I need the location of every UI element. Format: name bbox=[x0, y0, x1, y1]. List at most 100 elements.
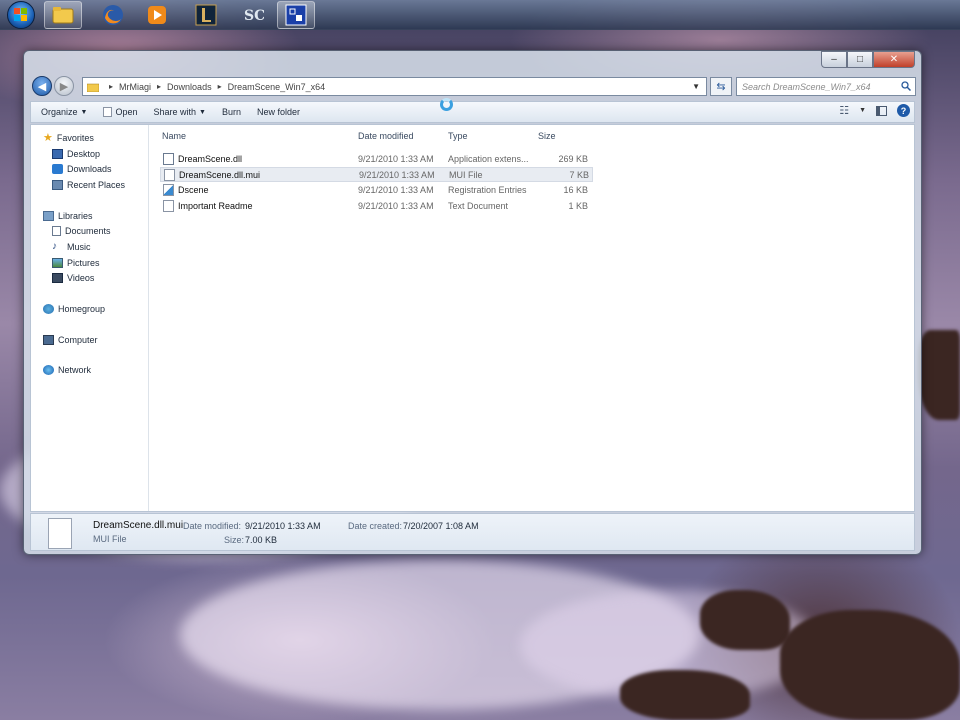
burn-label: Burn bbox=[221, 107, 241, 117]
column-header-size[interactable]: Size bbox=[538, 131, 556, 145]
media-player-taskbar-button[interactable] bbox=[138, 1, 176, 29]
search-icon bbox=[901, 81, 911, 91]
busy-cursor-icon bbox=[440, 98, 453, 111]
change-view-button[interactable]: ☷ bbox=[839, 104, 849, 117]
file-date: 9/21/2010 1:33 AM bbox=[358, 185, 434, 195]
nav-desktop-label: Desktop bbox=[67, 148, 101, 159]
app-taskbar-button[interactable] bbox=[277, 1, 315, 29]
minimize-button[interactable]: – bbox=[821, 51, 847, 68]
music-icon: ♪ bbox=[52, 241, 57, 253]
file-type: Application extens... bbox=[448, 154, 529, 164]
back-button[interactable]: ◀ bbox=[32, 76, 52, 96]
nav-videos[interactable]: Videos bbox=[31, 271, 148, 287]
refresh-button[interactable]: ⇆ bbox=[710, 77, 732, 96]
dropdown-arrow-icon: ▼ bbox=[80, 108, 88, 116]
back-arrow-icon: ◀ bbox=[37, 80, 47, 93]
mui-file-icon bbox=[164, 169, 175, 181]
address-row: ◀ ▶ ▸ MrMiagi ▸ Downloads ▸ DreamScene_W… bbox=[30, 75, 916, 99]
file-row[interactable]: Dscene 9/21/2010 1:33 AM Registration En… bbox=[160, 183, 593, 198]
nav-computer[interactable]: Computer bbox=[31, 332, 148, 348]
libraries-icon bbox=[43, 210, 54, 221]
content-area: ★ Favorites Desktop Downloads Recent Pla… bbox=[30, 124, 915, 512]
file-list: Name Date modified Type Size DreamScene.… bbox=[149, 125, 914, 511]
nav-videos-label: Videos bbox=[67, 273, 95, 284]
open-label: Open bbox=[115, 107, 138, 117]
breadcrumb-downloads[interactable]: Downloads bbox=[167, 82, 212, 92]
details-date-modified-label: Date modified: bbox=[183, 521, 242, 531]
burn-button[interactable]: Burn bbox=[214, 107, 249, 117]
dll-file-icon bbox=[163, 153, 174, 165]
nav-homegroup[interactable]: Homegroup bbox=[31, 301, 148, 317]
help-icon[interactable]: ? bbox=[897, 104, 910, 117]
nav-desktop[interactable]: Desktop bbox=[31, 146, 148, 162]
address-dropdown-icon[interactable]: ▼ bbox=[692, 82, 700, 91]
share-with-button[interactable]: Share with ▼ bbox=[146, 107, 214, 117]
documents-icon bbox=[52, 226, 61, 237]
details-date-created: 7/20/2007 1:08 AM bbox=[403, 521, 479, 531]
open-button[interactable]: Open bbox=[95, 107, 145, 117]
pictures-icon bbox=[52, 257, 63, 268]
column-header-name[interactable]: Name bbox=[162, 131, 186, 145]
starcraft-taskbar-button[interactable]: SC bbox=[234, 1, 272, 29]
nav-computer-label: Computer bbox=[58, 334, 98, 345]
file-type: Text Document bbox=[448, 201, 509, 211]
details-date-created-label: Date created: bbox=[348, 521, 403, 531]
wallpaper-rock bbox=[918, 330, 960, 420]
navigation-pane: ★ Favorites Desktop Downloads Recent Pla… bbox=[31, 125, 149, 511]
start-button[interactable] bbox=[2, 1, 40, 29]
file-row[interactable]: Important Readme 9/21/2010 1:33 AM Text … bbox=[160, 199, 593, 214]
explorer-window: – □ ✕ ◀ ▶ ▸ MrMiagi ▸ Downloads ▸ DreamS… bbox=[23, 50, 922, 555]
videos-icon bbox=[52, 273, 63, 284]
app-icon bbox=[285, 4, 307, 26]
breadcrumb-mrmiagi[interactable]: MrMiagi bbox=[119, 82, 151, 92]
details-date-modified: 9/21/2010 1:33 AM bbox=[245, 521, 321, 531]
league-of-legends-taskbar-button[interactable] bbox=[187, 1, 225, 29]
breadcrumb-separator-icon: ▸ bbox=[157, 82, 162, 91]
new-folder-button[interactable]: New folder bbox=[249, 107, 308, 117]
svg-text:SC: SC bbox=[244, 8, 264, 24]
maximize-button[interactable]: □ bbox=[847, 51, 873, 68]
nav-favorites-label: Favorites bbox=[56, 132, 94, 143]
nav-music-label: Music bbox=[67, 241, 91, 252]
file-size: 1 KB bbox=[568, 201, 588, 211]
nav-libraries[interactable]: Libraries bbox=[31, 208, 148, 224]
column-header-date-modified[interactable]: Date modified bbox=[358, 131, 414, 145]
breadcrumb-dreamscene[interactable]: DreamScene_Win7_x64 bbox=[228, 82, 326, 92]
organize-label: Organize bbox=[41, 107, 78, 117]
nav-music[interactable]: ♪ Music bbox=[31, 239, 148, 255]
forward-button[interactable]: ▶ bbox=[54, 76, 74, 96]
nav-network[interactable]: Network bbox=[31, 363, 148, 379]
wallpaper-rock bbox=[620, 670, 750, 720]
organize-button[interactable]: Organize ▼ bbox=[31, 107, 95, 117]
address-bar[interactable]: ▸ MrMiagi ▸ Downloads ▸ DreamScene_Win7_… bbox=[82, 77, 707, 96]
homegroup-icon bbox=[43, 304, 54, 315]
column-header-type[interactable]: Type bbox=[448, 131, 468, 145]
close-button[interactable]: ✕ bbox=[873, 51, 915, 68]
nav-favorites[interactable]: ★ Favorites bbox=[31, 130, 148, 146]
file-row-selected[interactable]: DreamScene.dll.mui 9/21/2010 1:33 AM MUI… bbox=[160, 167, 593, 182]
league-of-legends-icon bbox=[195, 4, 217, 26]
registry-file-icon bbox=[163, 184, 174, 196]
file-type: MUI File bbox=[449, 170, 483, 180]
nav-libraries-label: Libraries bbox=[58, 210, 93, 221]
nav-pictures-label: Pictures bbox=[67, 257, 100, 268]
nav-recent-places[interactable]: Recent Places bbox=[31, 177, 148, 193]
file-type: Registration Entries bbox=[448, 185, 527, 195]
file-row[interactable]: DreamScene.dll 9/21/2010 1:33 AM Applica… bbox=[160, 152, 593, 167]
details-pane: DreamScene.dll.mui MUI File Date modifie… bbox=[30, 513, 915, 551]
windows-logo-icon bbox=[7, 1, 35, 29]
firefox-taskbar-button[interactable] bbox=[94, 1, 132, 29]
nav-pictures[interactable]: Pictures bbox=[31, 255, 148, 271]
file-name: DreamScene.dll.mui bbox=[179, 170, 261, 180]
preview-pane-icon[interactable] bbox=[876, 105, 887, 116]
nav-homegroup-label: Homegroup bbox=[58, 304, 106, 315]
text-file-icon bbox=[163, 200, 174, 212]
wallpaper-rock bbox=[700, 590, 790, 650]
forward-arrow-icon: ▶ bbox=[59, 80, 69, 93]
nav-downloads[interactable]: Downloads bbox=[31, 161, 148, 177]
nav-documents[interactable]: Documents bbox=[31, 223, 148, 239]
search-input[interactable]: Search DreamScene_Win7_x64 bbox=[736, 77, 916, 96]
starcraft-icon: SC bbox=[244, 8, 264, 24]
explorer-taskbar-button[interactable] bbox=[44, 1, 82, 29]
view-dropdown-icon[interactable]: ▼ bbox=[859, 107, 866, 114]
